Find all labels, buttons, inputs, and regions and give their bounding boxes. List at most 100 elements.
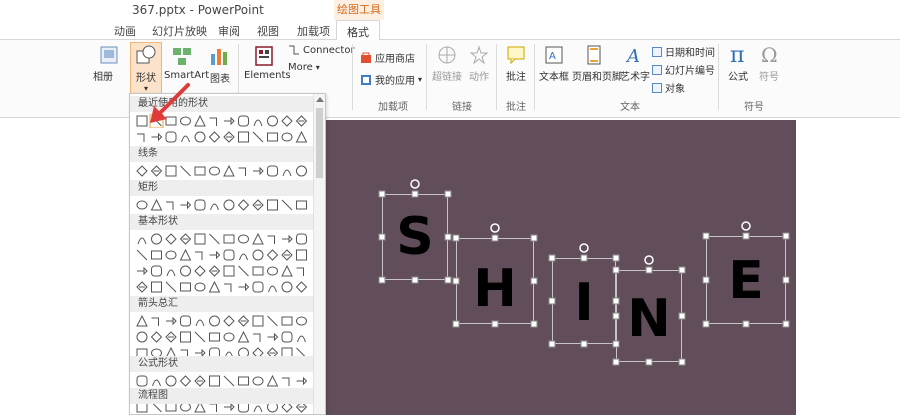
shape-gallery-item[interactable] bbox=[266, 374, 279, 387]
basic-shapes-row-1[interactable] bbox=[136, 232, 312, 246]
shape-gallery-item[interactable] bbox=[180, 265, 191, 277]
shape-gallery-item[interactable] bbox=[252, 315, 264, 327]
shape-gallery-item[interactable] bbox=[151, 281, 162, 293]
tab-view[interactable]: 视图 bbox=[257, 23, 279, 39]
letter-e-shape[interactable]: E bbox=[706, 236, 786, 324]
shape-gallery-item[interactable] bbox=[238, 131, 249, 143]
shape-gallery-item[interactable] bbox=[238, 167, 246, 176]
shape-gallery-item[interactable] bbox=[224, 404, 235, 412]
letter-s-shape[interactable]: S bbox=[382, 194, 448, 280]
shape-gallery-item[interactable] bbox=[194, 331, 206, 343]
shape-gallery-item[interactable] bbox=[268, 285, 277, 293]
tab-addins[interactable]: 加载项 bbox=[297, 23, 330, 39]
shape-gallery-item[interactable] bbox=[252, 249, 264, 261]
rotate-handle-icon[interactable] bbox=[741, 221, 751, 231]
basic-shapes-row-3[interactable] bbox=[136, 264, 312, 278]
shape-gallery-item[interactable] bbox=[180, 331, 191, 343]
shape-gallery-item[interactable] bbox=[238, 265, 249, 277]
chart-button[interactable]: 图表 bbox=[206, 44, 234, 85]
shape-gallery-item[interactable] bbox=[209, 166, 220, 176]
shape-gallery-item[interactable] bbox=[150, 198, 163, 211]
shape-gallery-item[interactable] bbox=[195, 319, 205, 327]
rotate-handle-icon[interactable] bbox=[579, 243, 589, 253]
shape-gallery-item[interactable] bbox=[136, 331, 148, 343]
shape-gallery-item[interactable] bbox=[281, 199, 293, 211]
shape-gallery-item[interactable] bbox=[209, 404, 217, 412]
tab-animations[interactable]: 动画 bbox=[114, 23, 136, 39]
shape-gallery-item[interactable] bbox=[281, 281, 293, 293]
tab-slideshow[interactable]: 幻灯片放映 bbox=[152, 23, 207, 39]
basic-shapes-row-4[interactable] bbox=[136, 280, 312, 294]
shape-gallery-item[interactable] bbox=[208, 131, 221, 143]
shape-gallery-item[interactable] bbox=[267, 332, 279, 342]
shape-gallery-item[interactable] bbox=[179, 375, 192, 387]
shape-gallery-item[interactable] bbox=[136, 200, 148, 210]
shape-gallery-item[interactable] bbox=[165, 233, 177, 245]
shape-gallery-item[interactable] bbox=[267, 315, 278, 327]
shape-gallery-item[interactable] bbox=[208, 265, 221, 277]
shape-gallery-item[interactable] bbox=[281, 264, 293, 277]
shape-gallery-item[interactable] bbox=[194, 404, 206, 413]
shape-gallery-item[interactable] bbox=[136, 375, 148, 387]
shape-gallery-item[interactable] bbox=[195, 251, 203, 260]
block-arrows-row-1[interactable] bbox=[136, 314, 312, 328]
shape-gallery-item[interactable] bbox=[223, 332, 235, 342]
shape-gallery-item[interactable] bbox=[224, 283, 232, 292]
smartart-button[interactable]: SmartArt bbox=[164, 44, 209, 81]
shape-gallery-item[interactable] bbox=[223, 375, 235, 387]
shape-gallery-item[interactable] bbox=[295, 404, 308, 413]
shape-gallery-item[interactable] bbox=[281, 249, 293, 261]
my-apps-button[interactable]: 我的应用 ▾ bbox=[360, 72, 422, 87]
shape-gallery-item[interactable] bbox=[252, 281, 264, 293]
hyperlink-button[interactable]: 超链接 bbox=[430, 44, 464, 83]
shape-gallery-item[interactable] bbox=[266, 249, 279, 261]
shape-gallery-item[interactable] bbox=[165, 250, 177, 260]
flowchart-row[interactable] bbox=[136, 404, 312, 414]
slide[interactable]: S H I N E bbox=[324, 120, 796, 415]
shape-gallery-item[interactable] bbox=[238, 376, 249, 386]
shape-gallery-item[interactable] bbox=[296, 200, 307, 210]
shape-gallery-item[interactable] bbox=[151, 233, 162, 245]
shape-gallery-item[interactable] bbox=[297, 335, 306, 343]
shape-gallery-item[interactable] bbox=[252, 266, 264, 276]
shape-gallery-item[interactable] bbox=[152, 404, 162, 413]
shape-gallery-item[interactable] bbox=[180, 315, 191, 327]
shape-gallery-item[interactable] bbox=[281, 115, 293, 127]
tab-review[interactable]: 审阅 bbox=[218, 23, 240, 39]
textbox-button[interactable]: A 文本框 bbox=[538, 44, 570, 83]
shape-gallery-item[interactable] bbox=[252, 376, 264, 386]
connector-button[interactable]: Connector bbox=[288, 44, 355, 56]
shape-gallery-item[interactable] bbox=[194, 375, 206, 387]
equation-shapes-row[interactable] bbox=[136, 374, 312, 388]
shape-gallery-item[interactable] bbox=[296, 316, 307, 326]
shape-gallery-item[interactable] bbox=[267, 404, 278, 413]
shape-gallery-item[interactable] bbox=[253, 333, 261, 342]
shape-gallery-item[interactable] bbox=[295, 115, 308, 127]
scroll-up-arrow-icon[interactable] bbox=[316, 97, 324, 102]
shape-gallery-item[interactable] bbox=[150, 165, 163, 177]
shape-gallery-item[interactable] bbox=[165, 165, 177, 177]
letter-i-shape[interactable]: I bbox=[552, 258, 616, 344]
shape-gallery-item[interactable] bbox=[296, 267, 304, 276]
shape-gallery-item[interactable] bbox=[209, 233, 220, 245]
shape-gallery-item[interactable] bbox=[252, 131, 264, 143]
more-button[interactable]: More ▾ bbox=[288, 62, 320, 73]
store-button[interactable]: 应用商店 bbox=[360, 50, 415, 65]
symbol-button[interactable]: Ω 符号 bbox=[756, 42, 782, 83]
shape-gallery-item[interactable] bbox=[296, 249, 307, 261]
shape-gallery-item[interactable] bbox=[136, 314, 148, 327]
shape-gallery-item[interactable] bbox=[165, 281, 177, 293]
scroll-thumb[interactable] bbox=[316, 108, 323, 178]
shape-gallery-item[interactable] bbox=[281, 331, 293, 343]
shape-gallery-item[interactable] bbox=[253, 166, 264, 176]
shape-gallery-item[interactable] bbox=[281, 316, 293, 326]
shape-gallery-item[interactable] bbox=[165, 131, 177, 143]
basic-shapes-row-2[interactable] bbox=[136, 248, 312, 262]
shape-gallery-item[interactable] bbox=[194, 282, 206, 292]
shape-gallery-item[interactable] bbox=[223, 199, 235, 211]
shape-gallery-item[interactable] bbox=[223, 315, 235, 327]
shape-gallery-item[interactable] bbox=[180, 282, 191, 292]
shape-gallery-item[interactable] bbox=[179, 248, 192, 261]
shape-gallery-item[interactable] bbox=[253, 119, 263, 127]
shape-gallery-item[interactable] bbox=[151, 132, 163, 142]
